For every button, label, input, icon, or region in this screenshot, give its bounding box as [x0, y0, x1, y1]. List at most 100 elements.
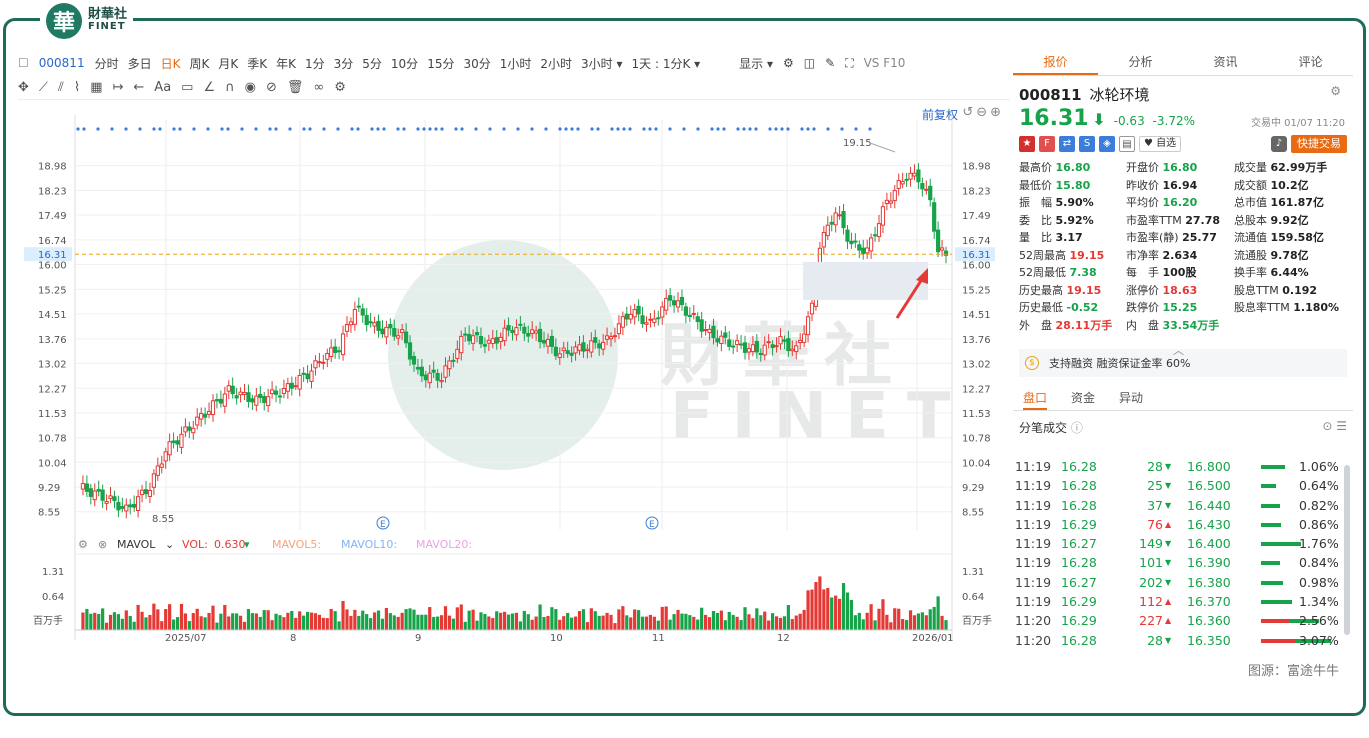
candlestick-chart[interactable]: 18.98 18.98 18.23 18.23 17.49 17.49 16.74 16.74…: [0, 0, 1010, 650]
event-dot: [558, 127, 561, 130]
candle-body: [479, 336, 482, 343]
event-dot: [220, 127, 223, 130]
candle-body: [665, 298, 668, 310]
event-dot: [274, 127, 277, 130]
event-dot: [590, 127, 593, 130]
candle-body: [113, 497, 116, 501]
volume-bar: [578, 611, 581, 630]
volume-bar: [937, 596, 940, 630]
volume-bar: [180, 604, 183, 630]
candle-body: [377, 321, 380, 330]
add-watchlist-button[interactable]: ♥ 自选: [1139, 136, 1181, 152]
candle-body: [736, 341, 739, 345]
volume-bar: [487, 616, 490, 630]
y-tick-right: 8.55: [962, 508, 984, 519]
volume-bar: [850, 600, 853, 630]
more-icon[interactable]: ⊙ ☰: [1322, 419, 1347, 436]
candle-body: [633, 310, 636, 317]
candle-body: [385, 327, 388, 337]
candle-body: [381, 329, 384, 334]
volume-bar: [223, 605, 226, 630]
volume-bar: [649, 615, 652, 630]
candle-body: [440, 380, 443, 381]
y-tick-right: 12.27: [962, 384, 991, 395]
candle-body: [676, 301, 679, 307]
event-dot: [158, 127, 161, 130]
bell-icon[interactable]: ♪: [1271, 136, 1287, 152]
volume-bar: [231, 613, 234, 630]
vol-y-tick-right: 1.31: [962, 567, 984, 578]
volume-bar: [889, 622, 892, 630]
connect-icon[interactable]: ⇄: [1059, 136, 1075, 152]
gear-icon[interactable]: ⚙: [1330, 84, 1341, 98]
tab-quote[interactable]: 报价: [1013, 50, 1098, 75]
tab-capital[interactable]: 资金: [1071, 387, 1095, 410]
volume-bar: [93, 613, 96, 630]
volume-bar: [456, 607, 459, 630]
candle-body: [133, 504, 136, 507]
volume-bar: [598, 616, 601, 630]
candle-body: [546, 339, 549, 346]
volume-bar: [810, 590, 813, 630]
y-tick-left: 15.25: [38, 285, 67, 296]
event-dot: [172, 127, 175, 130]
volume-bar: [822, 589, 825, 630]
candle-body: [806, 317, 809, 335]
trade-row: 11:19 16.28 101 ▼ 16.390 0.84%: [1013, 553, 1353, 572]
volume-bar: [546, 616, 549, 630]
candle-body: [215, 400, 218, 401]
tab-news[interactable]: 资讯: [1183, 50, 1268, 75]
candle-body: [747, 349, 750, 352]
volume-bar: [468, 611, 471, 630]
volume-bar: [688, 615, 691, 630]
tab-comments[interactable]: 评论: [1268, 50, 1353, 75]
expand-caret-icon[interactable]: ︿: [1173, 342, 1184, 358]
tab-movement[interactable]: 异动: [1119, 387, 1143, 410]
x-axis-label: 2025/07: [165, 633, 207, 644]
trade-price: 16.28: [1061, 631, 1097, 650]
volume-bar: [369, 618, 372, 630]
event-dot: [854, 127, 857, 130]
volume-bar: [720, 611, 723, 630]
candle-body: [657, 318, 660, 319]
depth-price: 16.400: [1187, 534, 1231, 553]
event-dot: [502, 127, 505, 130]
volume-bar: [590, 608, 593, 630]
info-icon[interactable]: ⓘ: [1071, 421, 1083, 435]
candle-body: [456, 349, 459, 358]
tab-orderbook[interactable]: 盘口: [1023, 387, 1047, 410]
volume-bar: [905, 620, 908, 630]
doc-icon[interactable]: ▤: [1119, 136, 1135, 152]
hot-icon[interactable]: F: [1039, 136, 1055, 152]
candle-body: [117, 502, 120, 509]
candle-body: [653, 319, 656, 322]
volume-bar: [759, 615, 762, 630]
volume-bar: [164, 609, 167, 630]
candle-body: [763, 345, 766, 355]
trade-price: 16.29: [1061, 592, 1097, 611]
candle-body: [475, 333, 478, 335]
event-dot: [576, 127, 579, 130]
quick-trade-button[interactable]: 快捷交易: [1291, 135, 1347, 153]
s-icon[interactable]: S: [1079, 136, 1095, 152]
candle-body: [219, 399, 222, 403]
volume-bar: [609, 615, 612, 630]
event-dot: [124, 127, 127, 130]
candle-body: [885, 200, 888, 203]
x-axis-label: 12: [777, 633, 790, 644]
candle-body: [767, 342, 770, 343]
volume-bar: [274, 614, 277, 630]
volume-bar: [152, 604, 155, 630]
y-tick-right: 18.23: [962, 186, 991, 197]
y-tick-right: 10.78: [962, 434, 991, 445]
tab-analysis[interactable]: 分析: [1098, 50, 1183, 75]
depth-price: 16.430: [1187, 515, 1231, 534]
trade-price: 16.28: [1061, 476, 1097, 495]
tag-icon[interactable]: ◈: [1099, 136, 1115, 152]
y-tick-left: 16.00: [38, 260, 67, 271]
volume-bar: [893, 608, 896, 630]
scrollbar[interactable]: [1344, 465, 1350, 635]
candle-body: [621, 317, 624, 327]
stat-19: 每 手 100股: [1126, 265, 1234, 281]
event-dot: [654, 127, 657, 130]
